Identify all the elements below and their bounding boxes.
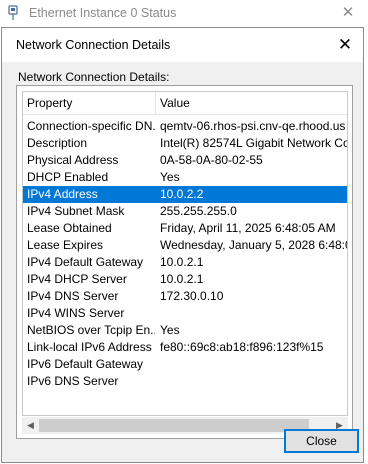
property-cell: NetBIOS over Tcpip En... xyxy=(27,323,155,337)
value-cell: 0A-58-0A-80-02-55 xyxy=(160,153,263,167)
scroll-left-icon[interactable]: ◀ xyxy=(22,417,39,434)
network-adapter-icon xyxy=(6,5,20,21)
dialog-title: Network Connection Details xyxy=(16,38,171,52)
close-button[interactable]: Close xyxy=(284,429,359,453)
property-cell: DHCP Enabled xyxy=(27,170,109,184)
parent-close-icon[interactable]: ✕ xyxy=(333,2,363,24)
table-row[interactable]: IPv4 Address 10.0.2.2 xyxy=(23,186,347,203)
property-cell: Connection-specific DN... xyxy=(27,119,155,133)
scrollbar-thumb[interactable] xyxy=(39,419,309,432)
value-cell: qemtv-06.rhos-psi.cnv-qe.rhood.us xyxy=(160,119,346,133)
table-row[interactable]: NetBIOS over Tcpip En... Yes xyxy=(23,322,347,339)
table-row[interactable]: Lease Expires Wednesday, January 5, 2028 … xyxy=(23,237,347,254)
table-row[interactable]: IPv4 DNS Server 172.30.0.10 xyxy=(23,288,347,305)
column-header-property[interactable]: Property xyxy=(27,96,72,110)
table-row[interactable]: IPv6 Default Gateway xyxy=(23,356,347,373)
property-cell: IPv6 DNS Server xyxy=(27,374,119,388)
table-row[interactable]: IPv4 WINS Server xyxy=(23,305,347,322)
property-cell: IPv4 DNS Server xyxy=(27,289,119,303)
table-row[interactable]: IPv4 Subnet Mask 255.255.255.0 xyxy=(23,203,347,220)
table-row[interactable]: Lease Obtained Friday, April 11, 2025 6:4… xyxy=(23,220,347,237)
property-cell: Description xyxy=(27,136,88,150)
table-row[interactable]: Connection-specific DN... qemtv-06.rhos-p… xyxy=(23,118,347,135)
dialog-close-icon[interactable]: ✕ xyxy=(331,32,359,58)
value-cell: Yes xyxy=(160,323,180,337)
property-cell: Link-local IPv6 Address xyxy=(27,340,152,354)
property-cell: Lease Expires xyxy=(27,238,104,252)
value-cell: 10.0.2.2 xyxy=(160,187,204,201)
parent-titlebar: Ethernet Instance 0 Status ✕ xyxy=(0,0,368,28)
table-header: Property Value xyxy=(23,92,347,115)
parent-window-title: Ethernet Instance 0 Status xyxy=(29,6,177,20)
value-cell: 10.0.2.1 xyxy=(160,272,204,286)
table-row[interactable]: IPv4 Default Gateway 10.0.2.1 xyxy=(23,254,347,271)
property-cell: IPv6 Default Gateway xyxy=(27,357,144,371)
table-row[interactable]: Physical Address 0A-58-0A-80-02-55 xyxy=(23,152,347,169)
value-cell: fe80::69c8:ab18:f896:123f%15 xyxy=(160,340,324,354)
dialog-titlebar: Network Connection Details ✕ xyxy=(2,28,363,62)
table-row[interactable]: Link-local IPv6 Address fe80::69c8:ab18:f… xyxy=(23,339,347,356)
property-cell: Physical Address xyxy=(27,153,119,167)
value-cell: Intel(R) 82574L Gigabit Network Connect xyxy=(160,136,347,150)
details-group-label: Network Connection Details: xyxy=(18,70,170,84)
property-cell: IPv4 Address xyxy=(27,187,98,201)
details-table[interactable]: Property Value Connection-specific DN...… xyxy=(22,91,348,416)
value-cell: 255.255.255.0 xyxy=(160,204,237,218)
value-cell: 172.30.0.10 xyxy=(160,289,224,303)
table-row[interactable]: DHCP Enabled Yes xyxy=(23,169,347,186)
network-connection-details-dialog: Network Connection Details ✕ Network Con… xyxy=(1,27,364,463)
property-cell: Lease Obtained xyxy=(27,221,112,235)
value-cell: 10.0.2.1 xyxy=(160,255,204,269)
table-row[interactable]: Description Intel(R) 82574L Gigabit Netwo… xyxy=(23,135,347,152)
table-row[interactable]: IPv6 DNS Server xyxy=(23,373,347,390)
column-separator[interactable] xyxy=(155,92,156,114)
value-cell: Yes xyxy=(160,170,180,184)
value-cell: Wednesday, January 5, 2028 6:48:04 AM xyxy=(160,238,347,252)
property-cell: IPv4 DHCP Server xyxy=(27,272,127,286)
property-cell: IPv4 WINS Server xyxy=(27,306,125,320)
table-row[interactable]: IPv4 DHCP Server 10.0.2.1 xyxy=(23,271,347,288)
details-listbox[interactable]: Property Value Connection-specific DN...… xyxy=(16,85,353,439)
property-cell: IPv4 Default Gateway xyxy=(27,255,144,269)
column-header-value[interactable]: Value xyxy=(160,96,190,110)
property-cell: IPv4 Subnet Mask xyxy=(27,204,125,218)
value-cell: Friday, April 11, 2025 6:48:05 AM xyxy=(160,221,336,235)
